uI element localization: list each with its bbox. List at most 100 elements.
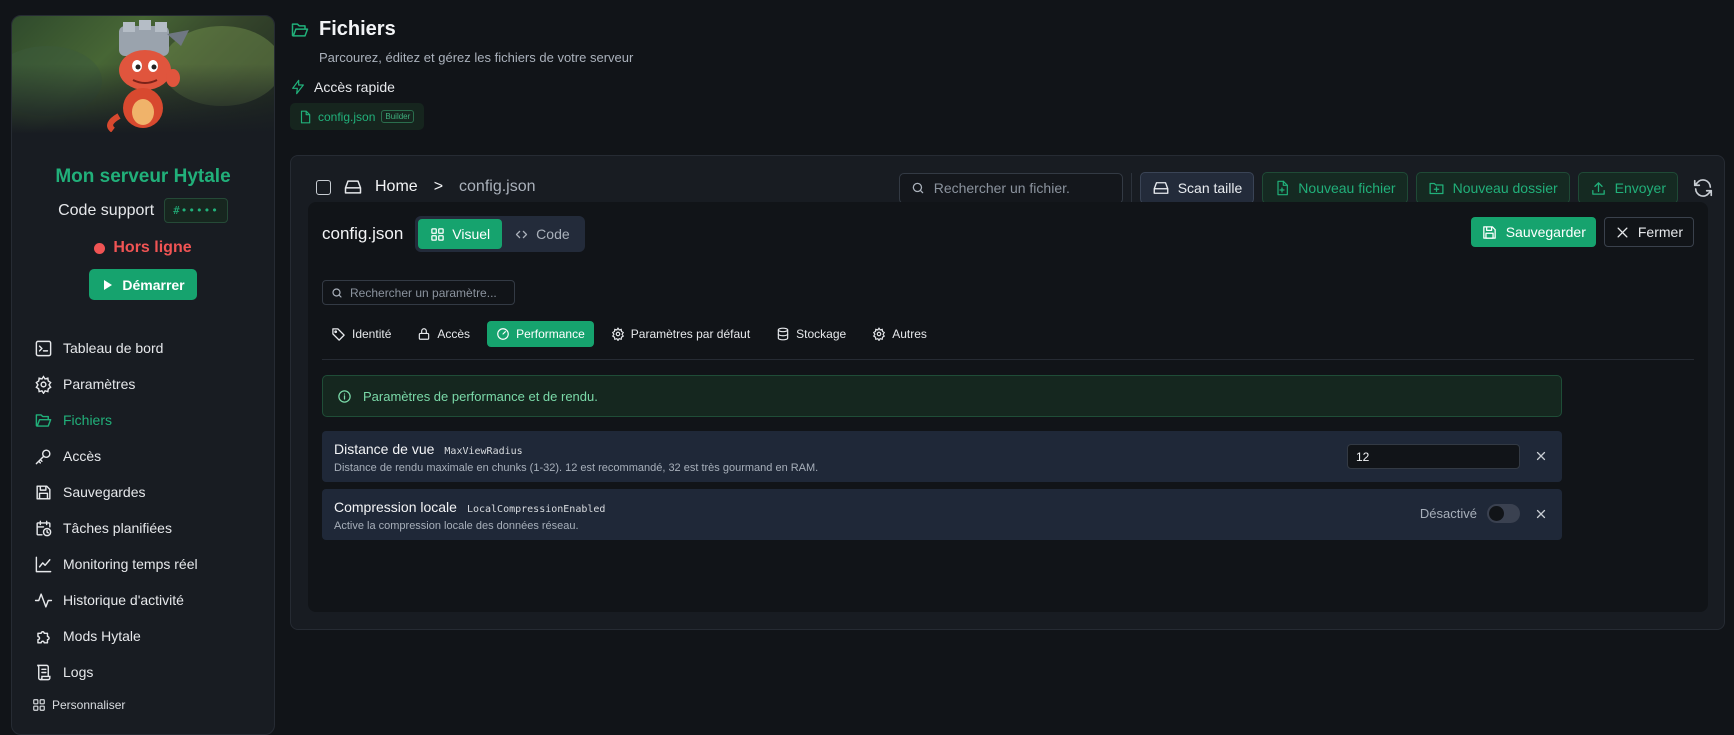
close-icon — [1617, 227, 1628, 237]
hard-drive-icon[interactable] — [343, 177, 363, 197]
grid-icon — [431, 227, 445, 241]
personalize-button[interactable]: Personnaliser — [32, 698, 125, 712]
tab-code[interactable]: Code — [502, 219, 581, 249]
page-title: Fichiers — [319, 18, 396, 40]
tab-label: Autres — [892, 327, 927, 341]
upload-icon — [1591, 181, 1605, 195]
sidebar-item-label: Tableau de bord — [63, 340, 164, 356]
code-icon — [516, 230, 528, 238]
sidebar-item-logs[interactable]: Logs — [12, 654, 274, 690]
play-icon — [104, 279, 113, 290]
file-plus-icon — [1277, 180, 1289, 196]
file-search[interactable] — [898, 172, 1123, 204]
tab-performance[interactable]: Performance — [487, 321, 594, 347]
editor-file-name: config.json — [322, 224, 404, 243]
tab-defaults[interactable]: Paramètres par défaut — [602, 321, 759, 347]
tab-others[interactable]: Autres — [863, 321, 936, 347]
tab-code-label: Code — [536, 226, 570, 242]
breadcrumb-separator: > — [433, 178, 444, 195]
editor-header: config.json Visuel Code — [322, 216, 585, 252]
toolbar-divider — [1130, 173, 1132, 203]
sidebar-item-dashboard[interactable]: Tableau de bord — [12, 330, 274, 366]
sidebar-item-label: Paramètres — [63, 376, 136, 392]
file-search-input[interactable] — [933, 180, 1114, 196]
setting-description: Active la compression locale des données… — [334, 520, 579, 532]
setting-description: Distance de rendu maximale en chunks (1-… — [334, 462, 819, 474]
tab-access[interactable]: Accès — [408, 321, 479, 347]
upload-button[interactable]: Envoyer — [1577, 172, 1678, 204]
hard-drive-icon — [1153, 182, 1169, 194]
compression-toggle-group: Désactivé — [1420, 504, 1520, 523]
support-code[interactable]: #••••• — [164, 198, 228, 223]
tab-label: Accès — [437, 327, 471, 341]
search-icon — [912, 182, 924, 194]
sidebar-item-monitoring[interactable]: Monitoring temps réel — [12, 546, 274, 582]
info-text: Paramètres de performance et de rendu. — [363, 388, 598, 404]
view-distance-input[interactable] — [1347, 444, 1520, 469]
sidebar-item-scheduled-tasks[interactable]: Tâches planifiées — [12, 510, 274, 546]
page-subtitle: Parcourez, éditez et gérez les fichiers … — [319, 50, 634, 65]
sidebar-item-label: Logs — [63, 664, 94, 680]
sidebar-item-backups[interactable]: Sauvegardes — [12, 474, 274, 510]
new-file-button[interactable]: Nouveau fichier — [1262, 172, 1408, 204]
start-button[interactable]: Démarrer — [89, 269, 197, 300]
sidebar-item-label: Tâches planifiées — [63, 520, 172, 536]
tab-visual[interactable]: Visuel — [418, 219, 503, 249]
page-header: Fichiers Parcourez, éditez et gérez les … — [290, 18, 633, 130]
reset-icon[interactable] — [1534, 449, 1548, 463]
sidebar-item-label: Fichiers — [63, 412, 113, 428]
new-file-label: Nouveau fichier — [1298, 180, 1396, 196]
breadcrumb-file[interactable]: config.json — [459, 178, 536, 196]
category-tabs: Identité Accès Performance Paramètres pa… — [322, 321, 936, 347]
sidebar-item-activity-history[interactable]: Historique d'activité — [12, 582, 274, 618]
param-search-input[interactable] — [350, 285, 510, 300]
param-search[interactable] — [322, 280, 515, 305]
select-all-checkbox[interactable] — [316, 179, 331, 195]
support-label: Code support — [58, 201, 155, 219]
tab-label: Paramètres par défaut — [630, 327, 751, 341]
info-icon — [338, 389, 351, 403]
scan-size-button[interactable]: Scan taille — [1139, 172, 1255, 204]
close-button[interactable]: Fermer — [1603, 217, 1694, 247]
save-button[interactable]: Sauvegarder — [1470, 217, 1596, 247]
grid-icon — [33, 699, 45, 711]
setting-key: LocalCompressionEnabled — [466, 504, 606, 515]
setting-title: Compression locale LocalCompressionEnabl… — [334, 499, 605, 515]
calendar-clock-icon — [36, 520, 52, 536]
tab-storage[interactable]: Stockage — [767, 321, 855, 347]
tab-label: Stockage — [796, 327, 847, 341]
compression-toggle[interactable] — [1487, 504, 1520, 523]
sidebar-nav: Tableau de bord Paramètres Fichiers Accè… — [12, 330, 274, 690]
gear-icon — [873, 327, 886, 341]
save-icon — [1482, 225, 1496, 239]
refresh-icon[interactable] — [1692, 177, 1714, 199]
sidebar-item-files[interactable]: Fichiers — [12, 402, 274, 438]
sidebar-item-label: Monitoring temps réel — [63, 556, 198, 572]
folder-open-icon — [291, 22, 309, 37]
new-folder-label: Nouveau dossier — [1452, 180, 1558, 196]
sidebar-item-label: Mods Hytale — [63, 628, 141, 644]
database-icon — [777, 327, 789, 341]
scroll-icon — [37, 664, 51, 680]
builder-badge: Builder — [381, 110, 415, 123]
json-editor: config.json Visuel Code Sauvegarder Ferm… — [308, 202, 1708, 612]
server-banner — [12, 16, 274, 134]
reset-icon[interactable] — [1534, 507, 1548, 521]
tab-identity[interactable]: Identité — [322, 321, 400, 347]
lock-icon — [419, 328, 430, 340]
gear-icon — [611, 327, 624, 341]
quick-access-file[interactable]: config.json Builder — [290, 103, 425, 130]
close-label: Fermer — [1637, 224, 1683, 240]
server-name: Mon serveur Hytale — [55, 166, 231, 187]
setting-row-view-distance: Distance de vue MaxViewRadius Distance d… — [322, 431, 1562, 482]
quick-access-label: Accès rapide — [314, 79, 395, 95]
sidebar-item-settings[interactable]: Paramètres — [12, 366, 274, 402]
breadcrumb-home[interactable]: Home — [375, 178, 418, 196]
sidebar-item-access[interactable]: Accès — [12, 438, 274, 474]
editor-mode-toggle: Visuel Code — [415, 216, 585, 252]
new-folder-button[interactable]: Nouveau dossier — [1415, 172, 1570, 204]
folder-open-icon — [35, 413, 52, 427]
search-icon — [332, 287, 342, 298]
sidebar-item-mods[interactable]: Mods Hytale — [12, 618, 274, 654]
quick-file-label: config.json — [318, 109, 376, 124]
